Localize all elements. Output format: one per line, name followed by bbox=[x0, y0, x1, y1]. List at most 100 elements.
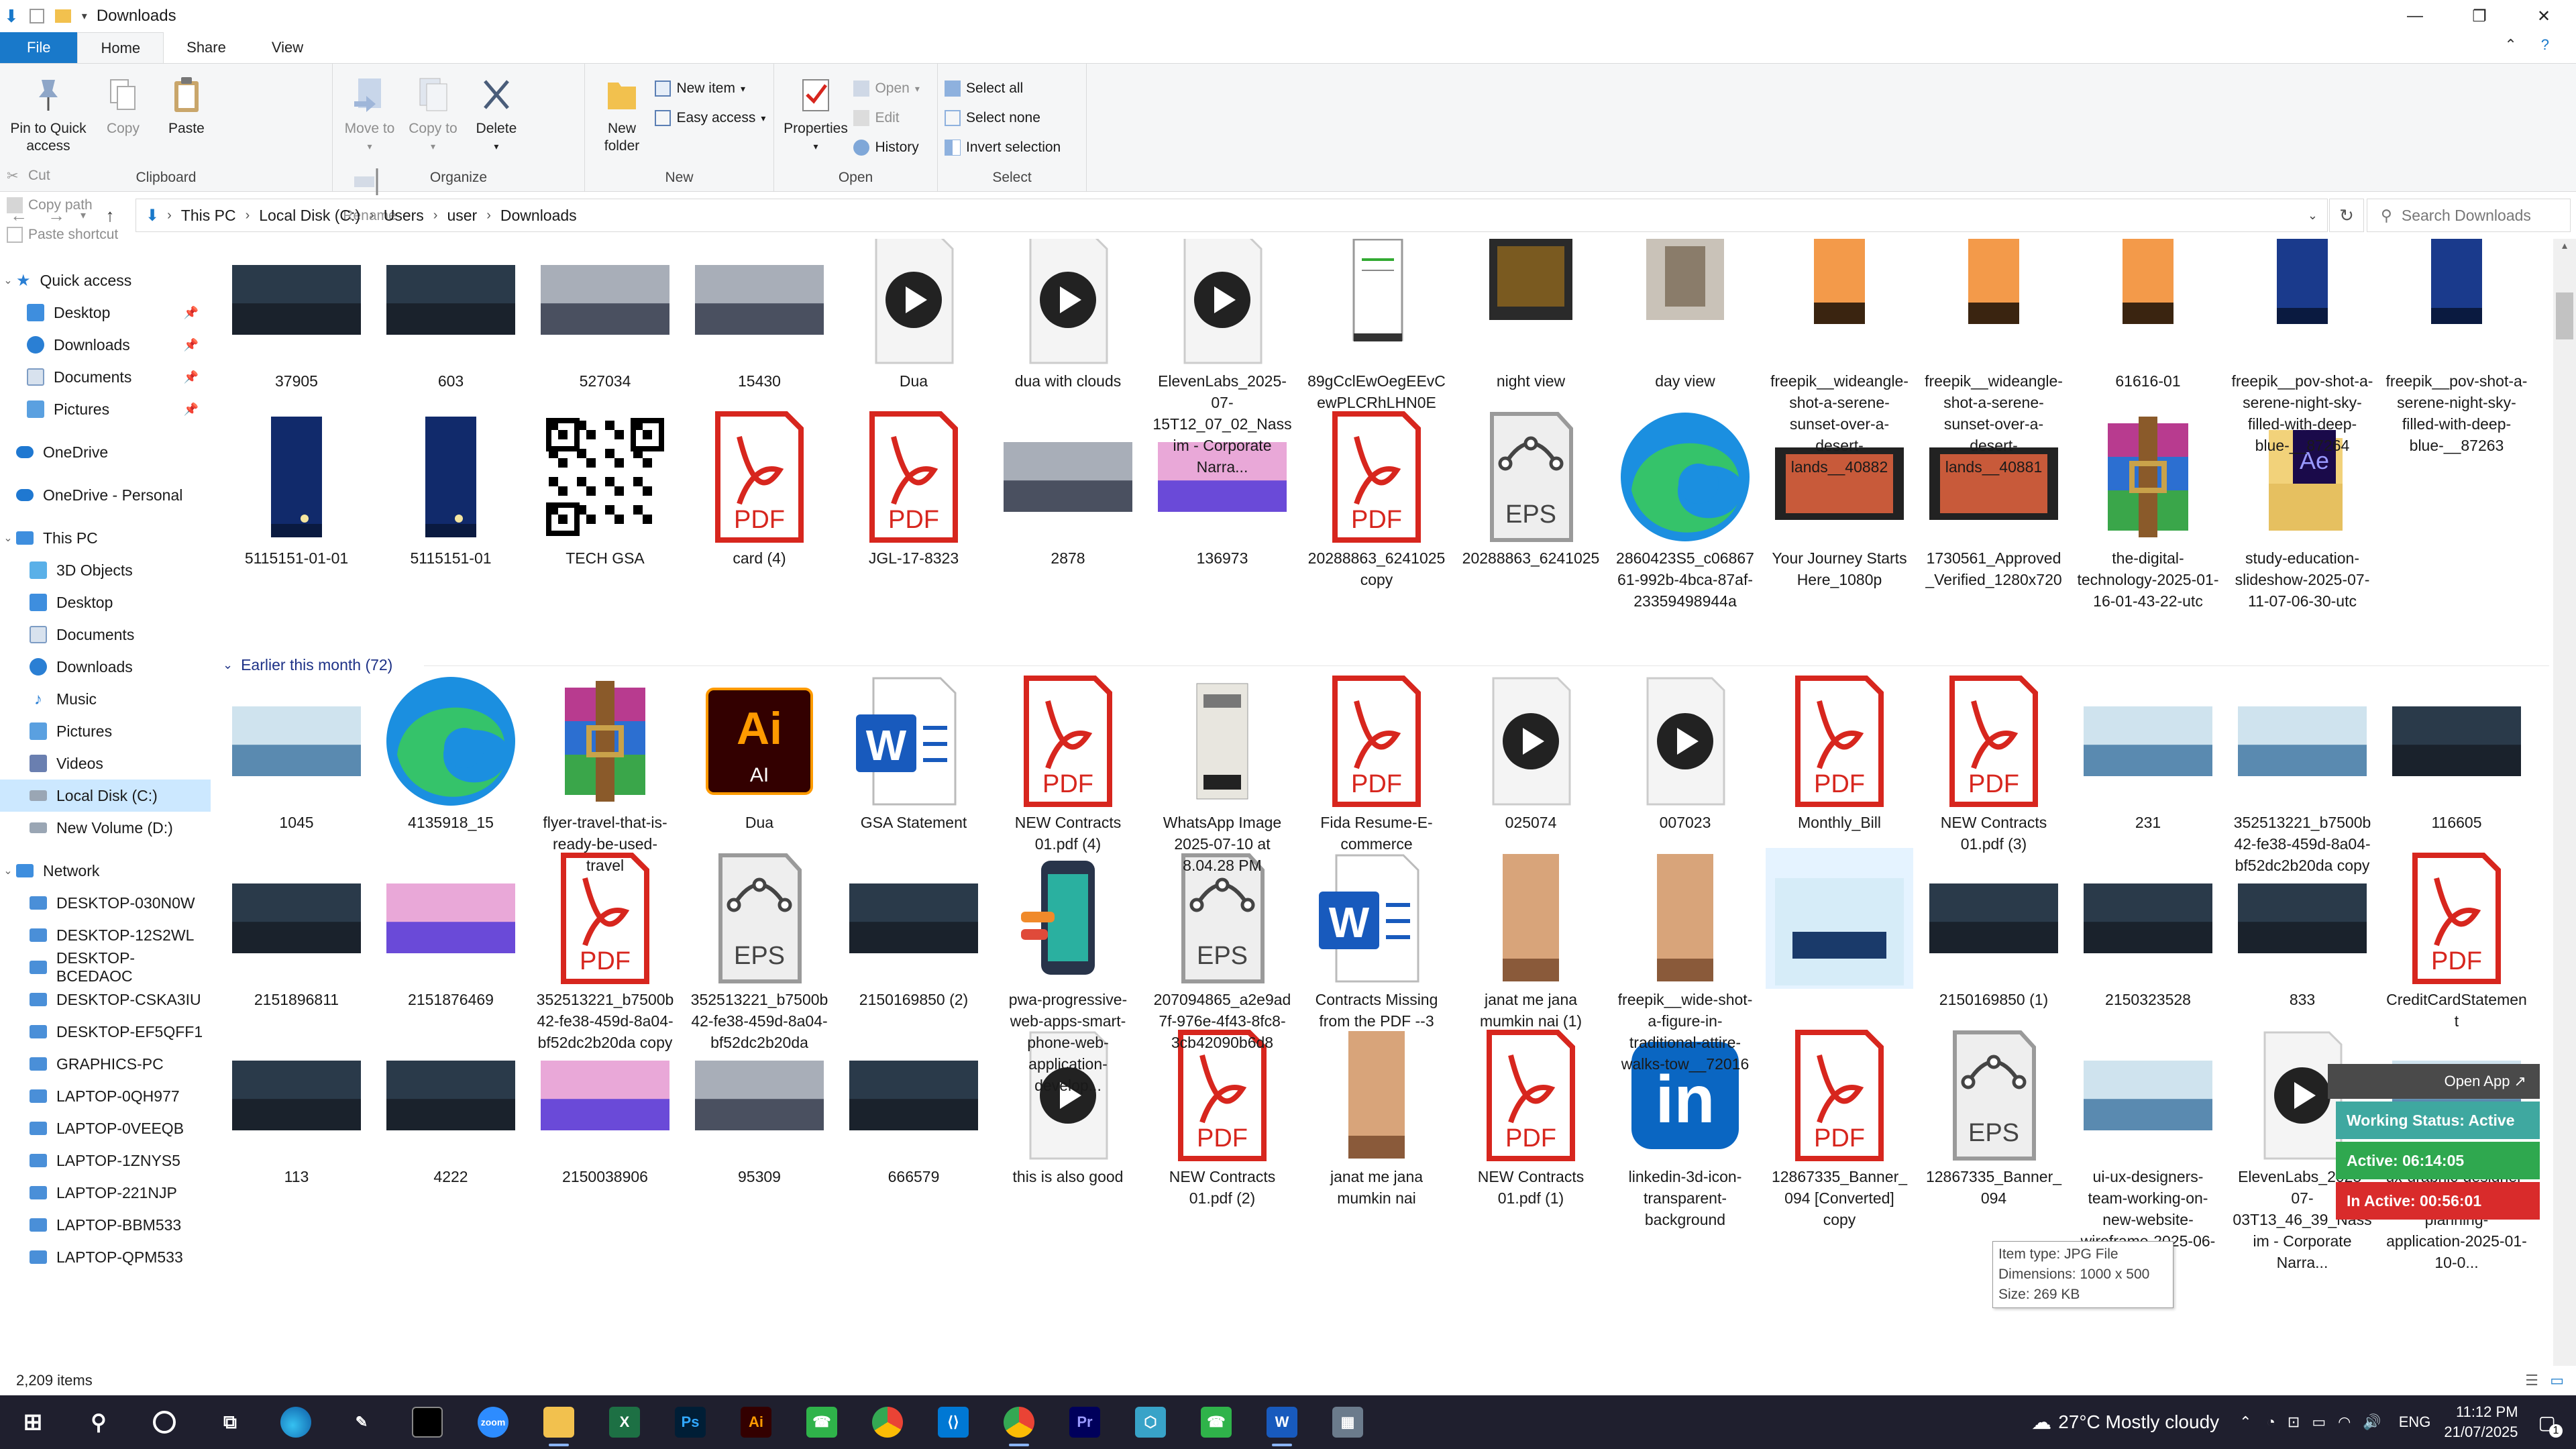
invert-selection-button[interactable]: Invert selection bbox=[945, 136, 1061, 159]
file-item[interactable]: EPS 352513221_b7500b42-fe38-459d-8a04-bf5… bbox=[686, 848, 833, 1053]
file-item[interactable]: 89gCclEwOegEEvCewPLCRhLHN0E bbox=[1303, 239, 1450, 413]
history-button[interactable]: History bbox=[853, 136, 919, 159]
file-item[interactable]: 2860423S5_c0686761-992b-4bca-87af-233594… bbox=[1611, 407, 1759, 612]
nav-onedrive-personal[interactable]: OneDrive - Personal bbox=[0, 479, 211, 511]
tab-share[interactable]: Share bbox=[164, 32, 249, 63]
clock[interactable]: 11:12 PM 21/07/2025 bbox=[2444, 1402, 2518, 1442]
file-item[interactable]: PDF CreditCardStatement bbox=[2383, 848, 2530, 1032]
nav-network-computer[interactable]: LAPTOP-221NJP bbox=[0, 1177, 211, 1209]
volume-icon[interactable]: 🔊 bbox=[2363, 1413, 2381, 1431]
nav-3d-objects[interactable]: 3D Objects bbox=[0, 554, 211, 586]
scroll-up-icon[interactable]: ▴ bbox=[2553, 239, 2576, 252]
maximize-button[interactable]: ❐ bbox=[2447, 0, 2512, 32]
vscode-taskbar-button[interactable]: ⟨⟩ bbox=[920, 1395, 986, 1449]
file-item[interactable]: W GSA Statement bbox=[840, 671, 987, 833]
breadcrumb-downloads[interactable]: Downloads bbox=[500, 207, 577, 225]
file-item[interactable]: 352513221_b7500b42-fe38-459d-8a04-bf52dc… bbox=[2229, 671, 2376, 876]
minimize-button[interactable]: — bbox=[2383, 0, 2447, 32]
file-item[interactable]: WhatsApp Image 2025-07-10 at 8.04.28 PM bbox=[1148, 671, 1296, 876]
nav-quick-pictures[interactable]: Pictures 📌 bbox=[0, 393, 211, 425]
nav-network-computer[interactable]: LAPTOP-QPM533 bbox=[0, 1241, 211, 1273]
file-item[interactable]: 603 bbox=[377, 239, 525, 392]
file-item[interactable]: ui-ux-designers-team-working-on-new-webs… bbox=[2074, 1025, 2222, 1273]
file-item[interactable]: 37905 bbox=[223, 239, 370, 392]
nav-desktop[interactable]: Desktop bbox=[0, 586, 211, 619]
language-indicator[interactable]: ENG bbox=[2399, 1413, 2431, 1431]
file-item[interactable]: PDF NEW Contracts 01.pdf (3) bbox=[1920, 671, 2068, 855]
tab-view[interactable]: View bbox=[249, 32, 326, 63]
nav-new-volume-d[interactable]: New Volume (D:) bbox=[0, 812, 211, 844]
file-item[interactable]: janat me jana mumkin nai bbox=[1303, 1025, 1450, 1209]
large-icons-view-icon[interactable]: ▭ bbox=[2550, 1372, 2564, 1389]
easy-access-button[interactable]: Easy access ▾ bbox=[655, 107, 765, 129]
file-item[interactable]: pwa-progressive-web-apps-smart-phone-web… bbox=[994, 848, 1142, 1096]
file-item[interactable]: PDF NEW Contracts 01.pdf (4) bbox=[994, 671, 1142, 855]
nav-network-computer[interactable]: LAPTOP-0QH977 bbox=[0, 1080, 211, 1112]
nav-pictures[interactable]: Pictures bbox=[0, 715, 211, 747]
file-item[interactable]: 5115151-01 bbox=[377, 407, 525, 569]
file-item[interactable]: PDF card (4) bbox=[686, 407, 833, 569]
search-taskbar-button[interactable]: ⚲ bbox=[66, 1395, 131, 1449]
file-item[interactable]: W Contracts Missing from the PDF --3 bbox=[1303, 848, 1450, 1032]
nav-onedrive[interactable]: OneDrive bbox=[0, 436, 211, 468]
file-item[interactable]: the-digital-technology-2025-01-16-01-43-… bbox=[2074, 407, 2222, 612]
excel-taskbar-button[interactable]: X bbox=[592, 1395, 657, 1449]
paste-button[interactable]: Paste bbox=[156, 73, 217, 138]
file-item[interactable]: Ai AI Dua bbox=[686, 671, 833, 833]
cortana-button[interactable] bbox=[131, 1395, 197, 1449]
breadcrumb-local-disk[interactable]: Local Disk (C:) bbox=[259, 207, 360, 225]
recent-locations-chevron-icon[interactable]: ▾ bbox=[75, 209, 91, 222]
group-header-earlier-this-month[interactable]: ⌄ Earlier this month (72) bbox=[223, 656, 2549, 674]
tab-file[interactable]: File bbox=[0, 32, 78, 63]
file-item[interactable]: 5115151-01-01 bbox=[223, 407, 370, 569]
file-item[interactable]: 4222 bbox=[377, 1025, 525, 1187]
file-item[interactable]: PDF Monthly_Bill bbox=[1766, 671, 1913, 833]
new-folder-button[interactable]: New folder bbox=[592, 73, 652, 155]
vertical-scrollbar[interactable]: ▴ bbox=[2553, 239, 2576, 1366]
address-box[interactable]: ⬇ › This PC › Local Disk (C:) › Users › use… bbox=[136, 199, 2328, 232]
nav-network-computer[interactable]: GRAPHICS-PC bbox=[0, 1048, 211, 1080]
nav-network[interactable]: ⌄ Network bbox=[0, 855, 211, 887]
file-item[interactable]: 007023 bbox=[1611, 671, 1759, 833]
file-item[interactable]: day view bbox=[1611, 239, 1759, 392]
details-view-icon[interactable]: ☰ bbox=[2525, 1372, 2538, 1389]
phone-link-taskbar-button[interactable]: ☎ bbox=[1183, 1395, 1249, 1449]
file-item[interactable]: ElevenLabs_2025-07-15T12_07_02_Nassim - … bbox=[1148, 239, 1296, 478]
file-item[interactable]: EPS 12867335_Banner_094 bbox=[1920, 1025, 2068, 1209]
nav-downloads[interactable]: Downloads bbox=[0, 651, 211, 683]
customize-chevron-icon[interactable]: ▾ bbox=[82, 9, 87, 23]
file-item[interactable]: 2878 bbox=[994, 407, 1142, 569]
breadcrumb-users[interactable]: Users bbox=[384, 207, 424, 225]
scroll-thumb[interactable] bbox=[2556, 292, 2573, 339]
delete-button[interactable]: Delete ▾ bbox=[466, 73, 527, 155]
notification-icon[interactable]: ▢ 1 bbox=[2538, 1411, 2563, 1438]
illustrator-taskbar-button[interactable]: Ai bbox=[723, 1395, 789, 1449]
file-item[interactable]: 61616-01 bbox=[2074, 239, 2222, 392]
file-item[interactable]: 113 bbox=[223, 1025, 370, 1187]
close-button[interactable]: ✕ bbox=[2512, 0, 2576, 32]
show-hidden-icons-chevron-icon[interactable]: ⌃ bbox=[2239, 1413, 2251, 1431]
pen-app-taskbar-button[interactable]: ✎ bbox=[329, 1395, 394, 1449]
file-item[interactable]: PDF JGL-17-8323 bbox=[840, 407, 987, 569]
file-item[interactable]: 2151896811 bbox=[223, 848, 370, 1010]
file-item[interactable]: 2150169850 (2) bbox=[840, 848, 987, 1010]
file-item[interactable]: flyer-travel-that-is-ready-be-used-trave… bbox=[531, 671, 679, 876]
file-item[interactable]: PDF 12867335_Banner_094 [Converted] copy bbox=[1766, 1025, 1913, 1230]
search-input[interactable]: ⚲ Search Downloads bbox=[2367, 199, 2571, 232]
nav-network-computer[interactable]: DESKTOP-030N0W bbox=[0, 887, 211, 919]
file-explorer-taskbar-button[interactable] bbox=[526, 1395, 592, 1449]
file-item[interactable] bbox=[1766, 848, 1913, 989]
breadcrumb-this-pc[interactable]: This PC bbox=[181, 207, 236, 225]
nav-quick-desktop[interactable]: Desktop 📌 bbox=[0, 297, 211, 329]
copy-to-button[interactable]: Copy to ▾ bbox=[402, 73, 463, 155]
file-item[interactable]: 116605 bbox=[2383, 671, 2530, 833]
file-item[interactable]: 4135918_15 bbox=[377, 671, 525, 833]
nav-documents[interactable]: Documents bbox=[0, 619, 211, 651]
nav-local-disk-c[interactable]: Local Disk (C:) bbox=[0, 780, 211, 812]
file-item[interactable]: 527034 bbox=[531, 239, 679, 392]
nav-quick-documents[interactable]: Documents 📌 bbox=[0, 361, 211, 393]
forward-button[interactable]: → bbox=[38, 205, 75, 226]
photoshop-taskbar-button[interactable]: Ps bbox=[657, 1395, 723, 1449]
breadcrumb-user[interactable]: user bbox=[447, 207, 477, 225]
file-item[interactable]: freepik__wideangle-shot-a-serene-sunset-… bbox=[1766, 239, 1913, 478]
